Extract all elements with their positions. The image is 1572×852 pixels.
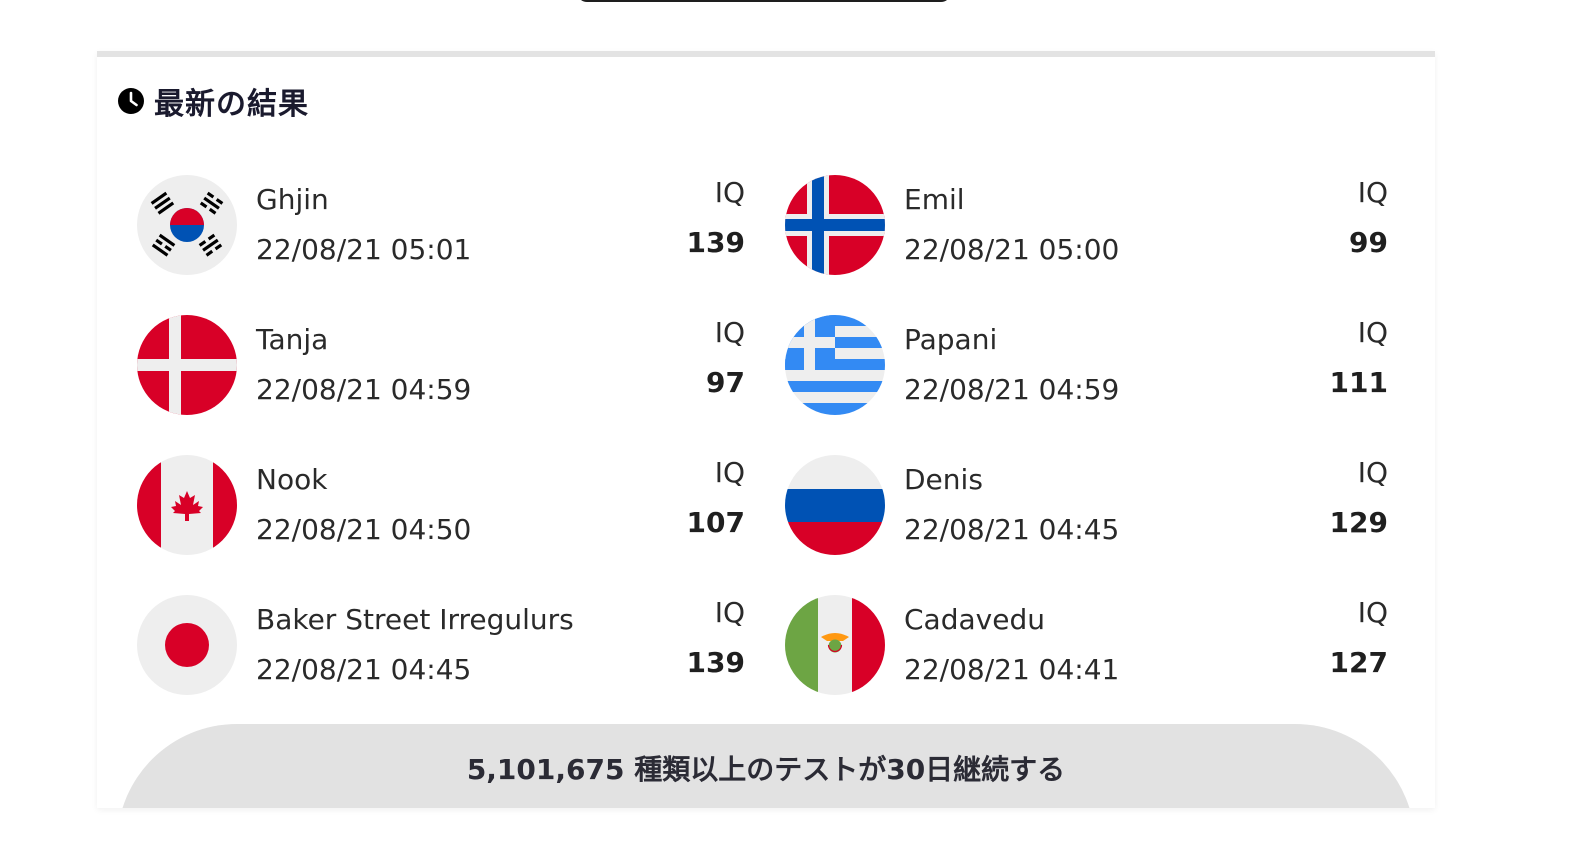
iq-label: IQ — [1357, 316, 1388, 349]
iq-value: 127 — [1329, 646, 1388, 679]
results-grid: Ghjin 22/08/21 05:01 IQ 139 Emil 22/08/2… — [137, 175, 1393, 695]
iq-value: 99 — [1349, 226, 1388, 259]
result-info: Ghjin 22/08/21 05:01 — [256, 182, 471, 268]
result-name: Emil — [904, 183, 965, 216]
result-item[interactable]: Nook 22/08/21 04:50 IQ 107 — [137, 455, 745, 555]
iq-value: 107 — [686, 506, 745, 539]
iq-label: IQ — [1357, 596, 1388, 629]
result-score: IQ 107 — [687, 455, 745, 541]
result-info: Tanja 22/08/21 04:59 — [256, 322, 471, 408]
result-time: 22/08/21 04:45 — [256, 653, 472, 686]
latest-results-card: 最新の結果 Ghjin 22/08/21 05:01 IQ 139 Emil 2… — [97, 51, 1435, 808]
clock-icon — [118, 88, 144, 114]
result-name: Papani — [904, 323, 998, 356]
result-info: Papani 22/08/21 04:59 — [904, 322, 1119, 408]
result-score: IQ 111 — [1330, 315, 1388, 401]
section-title: 最新の結果 — [154, 87, 309, 122]
iq-label: IQ — [1357, 176, 1388, 209]
result-item[interactable]: Emil 22/08/21 05:00 IQ 99 — [785, 175, 1393, 275]
result-score: IQ 97 — [706, 315, 745, 401]
result-name: Nook — [256, 463, 328, 496]
iq-value: 139 — [686, 646, 745, 679]
result-time: 22/08/21 04:59 — [256, 373, 472, 406]
iq-label: IQ — [714, 316, 745, 349]
result-item[interactable]: Cadavedu 22/08/21 04:41 IQ 127 — [785, 595, 1393, 695]
russia-flag-icon — [785, 455, 885, 555]
japan-flag-icon — [137, 595, 237, 695]
iq-label: IQ — [1357, 456, 1388, 489]
result-name: Tanja — [256, 323, 329, 356]
result-info: Emil 22/08/21 05:00 — [904, 182, 1119, 268]
iq-value: 111 — [1329, 366, 1388, 399]
test-count-banner[interactable]: 5,101,675 種類以上のテストが30日継続する — [117, 724, 1415, 808]
result-score: IQ 127 — [1330, 595, 1388, 681]
result-score: IQ 139 — [687, 175, 745, 261]
result-time: 22/08/21 04:50 — [256, 513, 472, 546]
iq-label: IQ — [714, 456, 745, 489]
mexico-flag-icon — [785, 595, 885, 695]
iq-label: IQ — [714, 176, 745, 209]
result-item[interactable]: Papani 22/08/21 04:59 IQ 111 — [785, 315, 1393, 415]
result-info: Denis 22/08/21 04:45 — [904, 462, 1119, 548]
result-name: Baker Street Irregulurs — [256, 603, 574, 636]
result-item[interactable]: Denis 22/08/21 04:45 IQ 129 — [785, 455, 1393, 555]
result-name: Cadavedu — [904, 603, 1045, 636]
result-info: Cadavedu 22/08/21 04:41 — [904, 602, 1119, 688]
result-time: 22/08/21 04:45 — [904, 513, 1120, 546]
result-time: 22/08/21 05:01 — [256, 233, 472, 266]
result-name: Denis — [904, 463, 983, 496]
canada-flag-icon — [137, 455, 237, 555]
result-score: IQ 139 — [687, 595, 745, 681]
top-button-outline[interactable] — [577, 0, 951, 2]
result-info: Nook 22/08/21 04:50 — [256, 462, 471, 548]
iq-value: 97 — [706, 366, 745, 399]
section-header: 最新の結果 — [117, 79, 309, 123]
result-score: IQ 129 — [1330, 455, 1388, 541]
result-item[interactable]: Ghjin 22/08/21 05:01 IQ 139 — [137, 175, 745, 275]
result-time: 22/08/21 04:41 — [904, 653, 1120, 686]
iq-label: IQ — [714, 596, 745, 629]
greece-flag-icon — [785, 315, 885, 415]
iq-value: 129 — [1329, 506, 1388, 539]
result-score: IQ 99 — [1349, 175, 1388, 261]
result-info: Baker Street Irregulurs 22/08/21 04:45 — [256, 602, 574, 688]
south-korea-flag-icon — [137, 175, 237, 275]
result-item[interactable]: Tanja 22/08/21 04:59 IQ 97 — [137, 315, 745, 415]
result-item[interactable]: Baker Street Irregulurs 22/08/21 04:45 I… — [137, 595, 745, 695]
result-time: 22/08/21 05:00 — [904, 233, 1120, 266]
result-time: 22/08/21 04:59 — [904, 373, 1120, 406]
test-count-text: 5,101,675 種類以上のテストが30日継続する — [466, 753, 1066, 786]
denmark-flag-icon — [137, 315, 237, 415]
norway-flag-icon — [785, 175, 885, 275]
iq-value: 139 — [686, 226, 745, 259]
result-name: Ghjin — [256, 183, 329, 216]
